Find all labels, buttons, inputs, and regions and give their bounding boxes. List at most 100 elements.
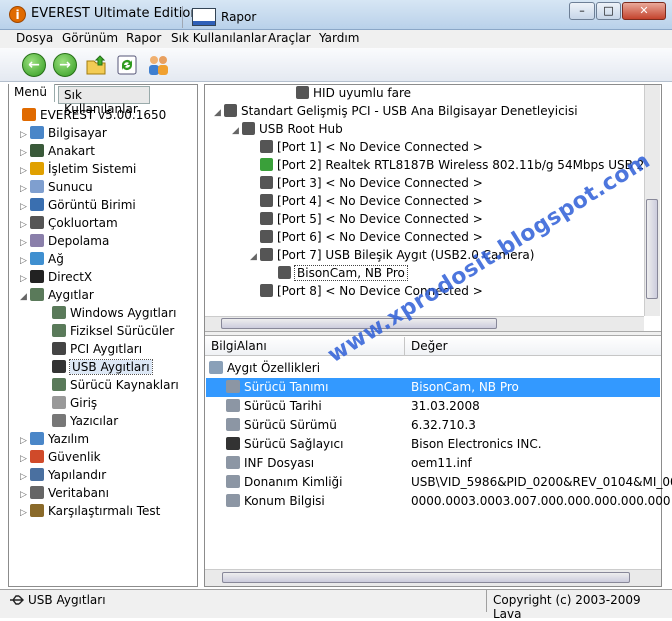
property-row[interactable]: INF Dosyası oem11.inf <box>226 454 660 473</box>
nav-tree-item-label: Veritabanı <box>48 486 109 500</box>
menu-araclar[interactable]: Araçlar <box>266 31 313 45</box>
driver-resources-icon <box>52 378 66 391</box>
nav-tree-item-label: Çokluortam <box>48 216 118 230</box>
device-tree-item-label: USB Root Hub <box>259 122 343 136</box>
report-icon[interactable] <box>192 8 216 26</box>
driver-version-icon <box>226 418 240 431</box>
nav-tree-item-label: İşletim Sistemi <box>48 162 137 176</box>
column-header-value[interactable]: Değer <box>411 339 448 353</box>
menu-favorites[interactable]: Sık Kullanılanlar <box>169 31 268 45</box>
directx-icon <box>30 270 44 283</box>
tab-favorites[interactable]: Sık Kullanılanlar <box>58 86 150 116</box>
property-value: 31.03.2008 <box>411 399 480 413</box>
hardware-id-icon <box>226 475 240 488</box>
driver-date-icon <box>226 399 240 412</box>
nav-tree-item[interactable]: ▷ Güvenlik <box>12 448 196 466</box>
device-tree-item-label: [Port 4] < No Device Connected > <box>277 194 483 208</box>
property-row[interactable]: Konum Bilgisi 0000.0003.0003.007.000.000.… <box>226 492 671 511</box>
forward-button[interactable]: → <box>53 53 77 77</box>
nav-tree-item[interactable]: ▷ Karşılaştırmalı Test <box>12 502 196 520</box>
nav-tree-item[interactable]: ▷ Depolama <box>12 232 196 250</box>
pci-icon <box>52 342 66 355</box>
nav-tree-item-label: Sürücü Kaynakları <box>70 378 179 392</box>
users-button[interactable] <box>147 54 169 76</box>
back-button[interactable]: ← <box>22 53 46 77</box>
properties-hscroll-thumb[interactable] <box>222 572 630 583</box>
tab-menu[interactable]: Menü <box>9 84 55 102</box>
nav-tree-item[interactable]: ▷ DirectX <box>12 268 196 286</box>
property-row[interactable]: Sürücü Sağlayıcı Bison Electronics INC. <box>226 435 660 454</box>
nav-tree-item-label: Fiziksel Sürücüler <box>70 324 175 338</box>
nav-tree-item-label: USB Aygıtları <box>69 359 153 375</box>
nav-tree-item[interactable]: Windows Aygıtları <box>12 304 196 322</box>
device-tree-item[interactable]: ◢ USB Root Hub <box>210 120 644 138</box>
usb-port-icon <box>260 176 273 189</box>
column-header-field[interactable]: BilgiAlanı <box>211 339 267 353</box>
report-button-label[interactable]: Rapor <box>221 10 256 24</box>
toolbar-separator <box>182 6 183 28</box>
property-field: Sürücü Tarihi <box>244 399 322 413</box>
device-tree-item[interactable]: HID uyumlu fare <box>210 84 644 102</box>
refresh-button[interactable] <box>116 54 138 76</box>
property-row[interactable]: Sürücü Tanımı BisonCam, NB Pro <box>226 378 660 397</box>
usb-device-icon <box>260 248 273 261</box>
nav-tree-item[interactable]: ▷ Sunucu <box>12 178 196 196</box>
nav-tree-item[interactable]: USB Aygıtları <box>12 358 196 376</box>
menu-gorunum[interactable]: Görünüm <box>60 31 120 45</box>
device-tree-item[interactable]: [Port 6] < No Device Connected > <box>210 228 644 246</box>
nav-tree-item[interactable]: ▷ Veritabanı <box>12 484 196 502</box>
property-value: 6.32.710.3 <box>411 418 476 432</box>
nav-tree-item-label: Güvenlik <box>48 450 101 464</box>
device-tree-vscroll-thumb[interactable] <box>646 199 658 299</box>
status-text-right: Copyright (c) 2003-2009 Lava <box>493 593 641 621</box>
software-icon <box>30 432 44 445</box>
close-button[interactable]: ✕ <box>622 2 666 20</box>
nav-tree-item[interactable]: ▷ Görüntü Birimi <box>12 196 196 214</box>
nav-tree-item[interactable]: ▷ Anakart <box>12 142 196 160</box>
menu-yardim[interactable]: Yardım <box>317 31 361 45</box>
motherboard-icon <box>30 144 44 157</box>
nav-tree-item[interactable]: PCI Aygıtları <box>12 340 196 358</box>
device-tree-item[interactable]: [Port 2] Realtek RTL8187B Wireless 802.1… <box>210 156 644 174</box>
tree-expander-icon[interactable]: ◢ <box>250 248 260 266</box>
nav-tree-item[interactable]: ◢ Aygıtlar <box>12 286 196 304</box>
property-row[interactable]: Sürücü Tarihi 31.03.2008 <box>226 397 660 416</box>
device-tree-item[interactable]: ◢ Standart Gelişmiş PCI - USB Ana Bilgisa… <box>210 102 644 120</box>
tree-expander-icon[interactable]: ◢ <box>20 288 30 306</box>
nav-tree-item[interactable]: EVEREST v5.00.1650 <box>12 106 196 124</box>
nav-tree-item[interactable]: ▷ Bilgisayar <box>12 124 196 142</box>
device-tree-item[interactable]: [Port 1] < No Device Connected > <box>210 138 644 156</box>
nav-tree-item[interactable]: ▷ İşletim Sistemi <box>12 160 196 178</box>
device-tree-item[interactable]: BisonCam, NB Pro <box>210 264 644 282</box>
menu-dosya[interactable]: Dosya <box>14 31 55 45</box>
nav-tree-item-label: Aygıtlar <box>48 288 94 302</box>
benchmark-icon <box>30 504 44 517</box>
nav-tree-item[interactable]: ▷ Ağ <box>12 250 196 268</box>
device-tree-item-label: [Port 6] < No Device Connected > <box>277 230 483 244</box>
nav-tree-item[interactable]: Giriş <box>12 394 196 412</box>
device-tree-item-label: HID uyumlu fare <box>313 86 412 100</box>
device-tree-item[interactable]: ◢ [Port 7] USB Bileşik Aygıt (USB2.0 Came… <box>210 246 644 264</box>
minimize-button[interactable]: – <box>569 2 595 20</box>
usb-port-icon <box>260 230 273 243</box>
up-folder-button[interactable] <box>85 54 107 76</box>
nav-tree-item[interactable]: ▷ Yapılandır <box>12 466 196 484</box>
maximize-button[interactable]: □ <box>596 2 621 20</box>
nav-tree-item-label: Bilgisayar <box>48 126 107 140</box>
menu-rapor[interactable]: Rapor <box>124 31 163 45</box>
nav-tree-item[interactable]: Fiziksel Sürücüler <box>12 322 196 340</box>
nav-tree-item[interactable]: ▷ Çokluortam <box>12 214 196 232</box>
nav-tree-item[interactable]: Sürücü Kaynakları <box>12 376 196 394</box>
nav-tree-item[interactable]: ▷ Yazılım <box>12 430 196 448</box>
tree-expander-icon[interactable]: ▷ <box>20 504 30 522</box>
tree-expander-icon[interactable]: ◢ <box>232 122 242 140</box>
property-row[interactable]: Sürücü Sürümü 6.32.710.3 <box>226 416 660 435</box>
usb-port-icon <box>260 140 273 153</box>
property-field: Sürücü Tanımı <box>244 380 329 394</box>
tree-expander-icon[interactable]: ◢ <box>214 104 224 122</box>
property-row[interactable]: Donanım Kimliği USB\VID_5986&PID_0200&REV… <box>226 473 672 492</box>
nav-tree-item-label: Anakart <box>48 144 95 158</box>
column-divider[interactable] <box>404 337 405 355</box>
nav-tree-item[interactable]: Yazıcılar <box>12 412 196 430</box>
server-icon <box>30 180 44 193</box>
